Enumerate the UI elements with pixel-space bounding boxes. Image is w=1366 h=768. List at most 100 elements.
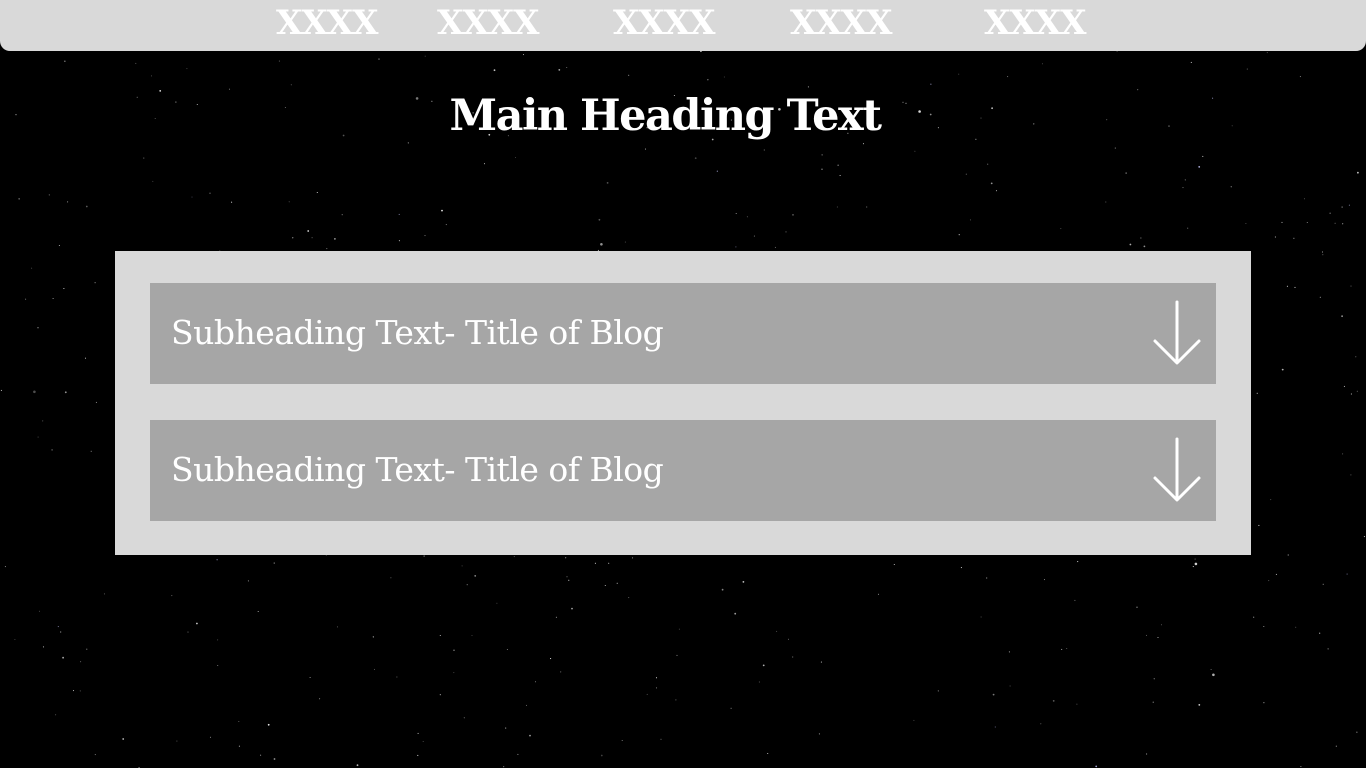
star: [1266, 52, 1268, 54]
star: [60, 631, 62, 633]
star: [1153, 678, 1155, 680]
nav-item-3[interactable]: XXXX: [613, 2, 716, 44]
star: [1274, 236, 1276, 238]
star: [1182, 187, 1184, 189]
star: [1303, 198, 1306, 200]
star: [186, 68, 188, 70]
arrow-down-icon[interactable]: [1152, 300, 1202, 366]
star: [818, 733, 820, 735]
star: [1363, 536, 1365, 538]
star: [238, 720, 240, 723]
star: [25, 298, 27, 300]
star: [1007, 76, 1009, 78]
star: [1306, 221, 1308, 224]
star: [742, 581, 745, 583]
star: [1061, 648, 1063, 650]
nav-item-5[interactable]: XXXX: [984, 2, 1087, 44]
star: [196, 622, 198, 625]
star: [217, 639, 219, 641]
star: [231, 201, 233, 203]
accordion-item-2[interactable]: Subheading Text- Title of Blog: [150, 420, 1216, 521]
star: [453, 649, 455, 651]
star: [1157, 636, 1159, 639]
star: [1129, 243, 1132, 246]
star: [707, 79, 709, 81]
star: [606, 182, 609, 184]
star: [646, 693, 648, 695]
star: [734, 612, 737, 615]
star: [763, 149, 765, 151]
star: [594, 562, 596, 564]
star: [1350, 285, 1352, 287]
accordion-item-1[interactable]: Subheading Text- Title of Blog: [150, 283, 1216, 384]
star: [608, 562, 610, 564]
star: [398, 213, 400, 215]
star: [644, 148, 647, 150]
star: [930, 83, 932, 85]
star: [307, 230, 310, 232]
star: [1350, 474, 1352, 476]
nav-item-2[interactable]: XXXX: [437, 2, 540, 44]
star: [1342, 453, 1344, 455]
star: [390, 577, 392, 579]
star: [217, 664, 219, 667]
star: [1319, 632, 1321, 634]
star: [1342, 223, 1344, 225]
star: [1335, 745, 1337, 747]
star: [792, 656, 794, 658]
star: [463, 717, 465, 719]
star: [278, 60, 280, 62]
star: [730, 707, 732, 709]
star: [735, 246, 737, 248]
star: [187, 631, 189, 633]
star: [1350, 393, 1352, 395]
star: [292, 237, 294, 239]
star: [965, 173, 967, 175]
star: [1246, 68, 1248, 70]
star: [758, 681, 760, 683]
star: [316, 191, 318, 194]
nav-item-1[interactable]: XXXX: [276, 2, 379, 44]
star: [1008, 651, 1010, 653]
star: [64, 60, 66, 62]
star: [1105, 201, 1107, 203]
star: [565, 557, 567, 559]
main-heading: Main Heading Text: [449, 91, 883, 141]
star: [1140, 237, 1142, 239]
star: [1192, 566, 1194, 568]
star: [1256, 392, 1258, 394]
page: XXXX XXXX XXXX XXXX XXXX Main Heading Te…: [0, 0, 1366, 768]
star: [753, 235, 755, 237]
star: [4, 566, 6, 568]
star: [90, 450, 92, 452]
star: [1341, 315, 1343, 318]
star: [191, 196, 193, 198]
star: [660, 738, 662, 740]
arrow-down-icon[interactable]: [1152, 437, 1202, 503]
star: [493, 69, 496, 72]
star: [64, 391, 67, 394]
star: [1152, 701, 1154, 703]
star: [238, 745, 240, 747]
star: [1194, 562, 1198, 566]
nav-item-4[interactable]: XXXX: [790, 2, 893, 44]
star: [558, 69, 561, 71]
star: [676, 654, 678, 656]
star: [135, 62, 137, 64]
star: [1190, 61, 1192, 63]
star: [1040, 723, 1042, 725]
star: [1009, 685, 1011, 687]
star: [1198, 166, 1201, 168]
star: [1281, 368, 1284, 371]
star: [424, 235, 426, 237]
star: [1356, 390, 1358, 392]
star: [694, 157, 697, 160]
star: [1146, 753, 1148, 755]
star: [63, 287, 65, 290]
star: [821, 154, 823, 156]
star: [1253, 616, 1255, 618]
star: [356, 764, 359, 767]
star: [1074, 599, 1076, 601]
star: [505, 727, 507, 729]
star: [762, 664, 765, 667]
